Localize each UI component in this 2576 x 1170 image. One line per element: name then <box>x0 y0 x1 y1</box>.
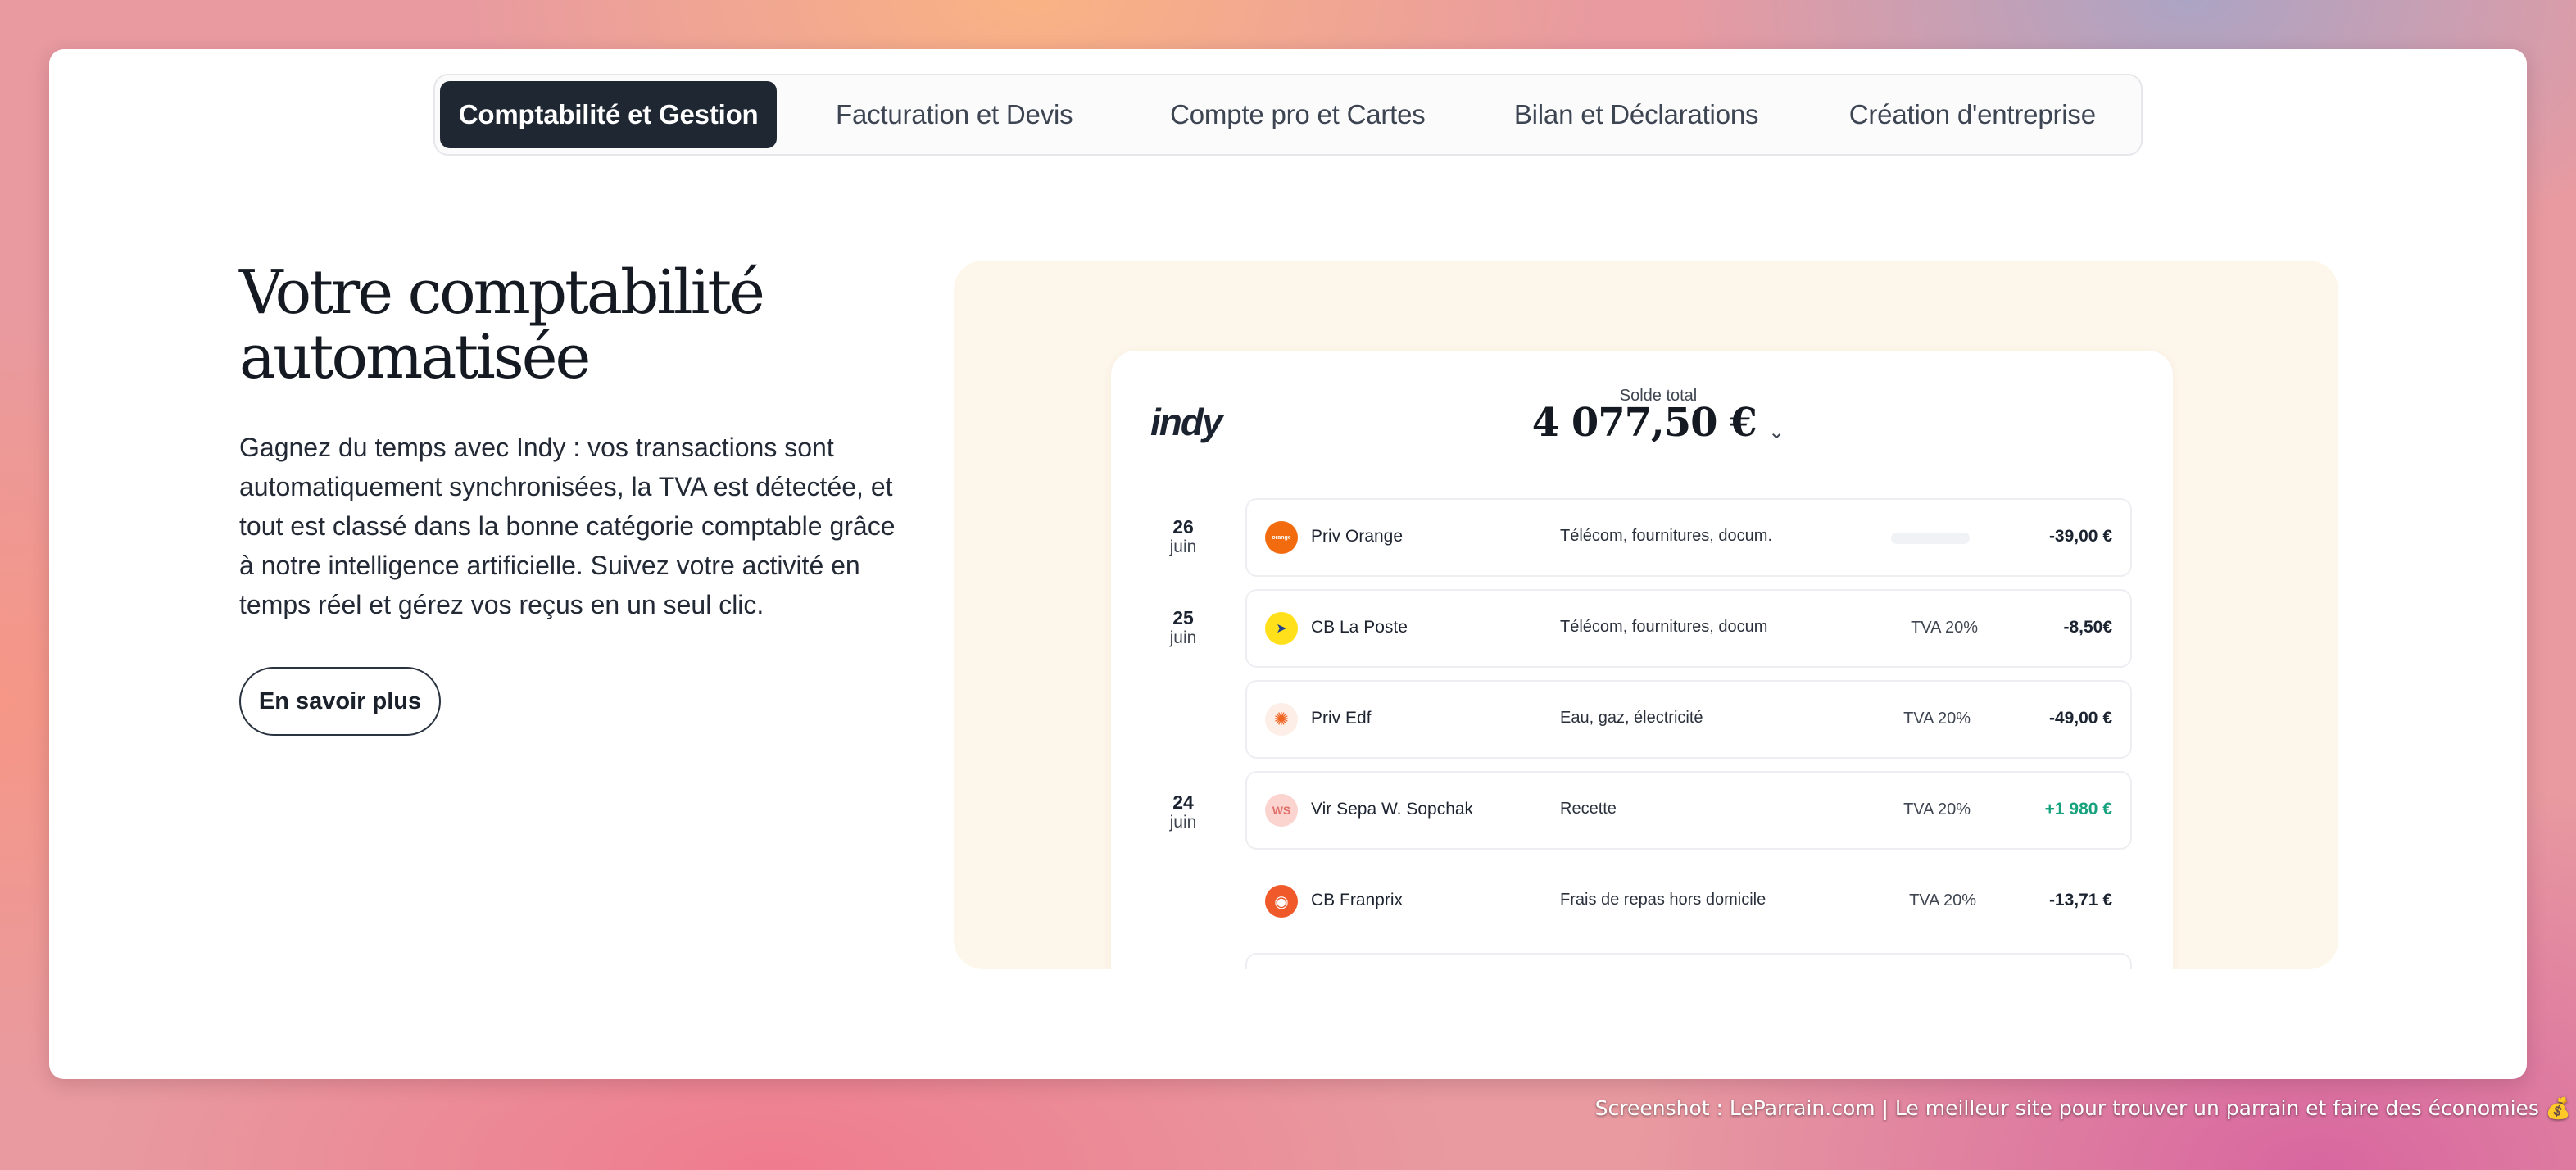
transaction-amount: -39,00 € <box>2048 527 2112 546</box>
chevron-down-icon[interactable]: ⌄ <box>1768 420 1785 444</box>
date-month: juin <box>1169 813 1197 832</box>
date-day: 25 <box>1172 607 1194 628</box>
transaction-merchant: Priv Orange <box>1311 527 1404 546</box>
transaction-row[interactable]: ➤ CB La Poste Télécom, fournitures, docu… <box>1245 589 2132 668</box>
transaction-tva[interactable]: TVA 20% <box>1903 800 1971 819</box>
edf-logo-icon: ✺ <box>1265 703 1298 736</box>
date-day: 24 <box>1172 791 1194 813</box>
la-poste-logo-icon: ➤ <box>1265 612 1298 645</box>
transaction-merchant: Vir Sepa W. Sopchak <box>1311 800 1474 819</box>
app-preview-window: indy Solde total 4 077,50 € ⌄ 26 juin 25… <box>1111 351 2173 969</box>
hero-description: Gagnez du temps avec Indy : vos transact… <box>239 433 896 619</box>
transaction-row[interactable]: WS Vir Sepa W. Sopchak Recette TVA 20% +… <box>1245 771 2132 850</box>
transaction-category[interactable]: Frais de repas hors domicile <box>1560 891 1766 909</box>
hero-title-line1: Votre comptabilité <box>239 257 765 328</box>
tab-compte-pro-cartes[interactable]: Compte pro et Cartes <box>1132 81 1463 148</box>
transaction-category[interactable]: Télécom, fournitures, docum. <box>1560 527 1772 546</box>
transaction-row[interactable]: ◉ CB Franprix Frais de repas hors domici… <box>1245 862 2132 941</box>
transaction-merchant: CB La Poste <box>1311 618 1408 637</box>
tab-creation-entreprise[interactable]: Création d'entreprise <box>1809 81 2136 148</box>
transaction-tva[interactable]: TVA 20% <box>1903 710 1971 728</box>
transaction-merchant: CB Franprix <box>1311 891 1404 909</box>
tab-bilan-declarations[interactable]: Bilan et Déclarations <box>1464 81 1809 148</box>
main-card: Comptabilité et Gestion Facturation et D… <box>49 49 2527 1079</box>
transaction-merchant: Priv Edf <box>1311 709 1372 728</box>
transaction-row[interactable]: ✺ Priv Edf Eau, gaz, électricité TVA 20%… <box>1245 680 2132 759</box>
app-preview-panel: indy Solde total 4 077,50 € ⌄ 26 juin 25… <box>954 261 2338 969</box>
transaction-category[interactable]: Eau, gaz, électricité <box>1560 709 1703 728</box>
transaction-amount: -8,50€ <box>2063 618 2112 637</box>
tab-bar: Comptabilité et Gestion Facturation et D… <box>433 74 2143 156</box>
transaction-amount: -49,00 € <box>2048 709 2112 728</box>
transaction-row-partial[interactable] <box>1245 953 2132 969</box>
date-group: 25 juin <box>1150 607 1216 648</box>
transaction-row[interactable]: orange Priv Orange Télécom, fournitures,… <box>1245 498 2132 577</box>
franprix-logo-icon: ◉ <box>1265 885 1298 918</box>
hero-title-line2: automatisée <box>239 322 591 392</box>
date-group: 24 juin <box>1150 791 1216 832</box>
screenshot-credit: Screenshot : LeParrain.com | Le meilleur… <box>1594 1096 2571 1120</box>
tva-loading-placeholder <box>1891 533 1970 544</box>
transaction-category[interactable]: Télécom, fournitures, docum <box>1560 618 1767 637</box>
orange-logo-icon: orange <box>1265 521 1298 554</box>
transaction-tva[interactable]: TVA 20% <box>1909 891 1976 910</box>
balance-value: 4 077,50 € <box>1531 400 1757 446</box>
hero-title: Votre comptabilité automatisée <box>239 261 895 390</box>
tab-facturation-devis[interactable]: Facturation et Devis <box>777 81 1132 148</box>
date-month: juin <box>1169 537 1197 556</box>
initials-avatar-icon: WS <box>1265 794 1298 827</box>
date-day: 26 <box>1172 516 1194 537</box>
tab-comptabilite-gestion[interactable]: Comptabilité et Gestion <box>440 81 778 148</box>
date-month: juin <box>1169 628 1197 647</box>
learn-more-button[interactable]: En savoir plus <box>239 667 441 736</box>
date-group: 26 juin <box>1150 516 1216 557</box>
balance-row[interactable]: 4 077,50 € ⌄ <box>1111 400 2173 446</box>
transaction-amount: +1 980 € <box>2044 800 2112 819</box>
transaction-tva[interactable]: TVA 20% <box>1911 619 1978 637</box>
transaction-category[interactable]: Recette <box>1560 800 1617 819</box>
transaction-amount: -13,71 € <box>2048 891 2112 909</box>
